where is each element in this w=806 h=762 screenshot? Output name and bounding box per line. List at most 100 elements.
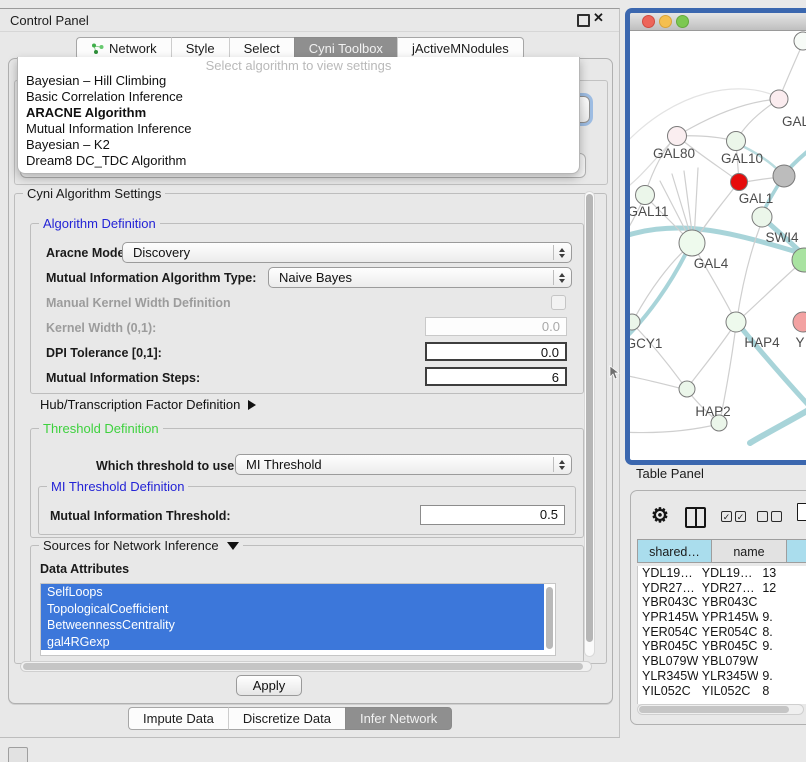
- table-row[interactable]: YPR145WYPR145W9.: [638, 610, 806, 625]
- algorithm-option-basic-correlation-inference[interactable]: Basic Correlation Inference: [18, 89, 579, 105]
- node-label-gal10: GAL10: [721, 151, 763, 166]
- table-cell: 8: [758, 684, 806, 699]
- aracne-mode-combobox[interactable]: Discovery: [122, 242, 572, 263]
- list-scrollbar-thumb[interactable]: [546, 587, 553, 649]
- network-node[interactable]: [773, 165, 795, 187]
- combo-stepper-icon: [553, 270, 569, 285]
- network-canvas[interactable]: GALGAL80GAL10GAL1GAL11SWI4GAL4GCY1HAP4YH…: [630, 31, 806, 451]
- table-row[interactable]: YBR045CYBR045C9.: [638, 639, 806, 654]
- apply-button[interactable]: Apply: [236, 675, 302, 696]
- combo-stepper-icon: [553, 457, 569, 472]
- attribute-option-betweennesscentrality[interactable]: BetweennessCentrality: [41, 617, 544, 634]
- aracne-mode-value: Discovery: [133, 243, 190, 262]
- table-row[interactable]: YBR043CYBR043C: [638, 595, 806, 610]
- table-row[interactable]: YIL052CYIL052C8: [638, 684, 806, 699]
- algorithm-option-bayesian-k2[interactable]: Bayesian – K2: [18, 137, 579, 153]
- manual-kernel-width-label: Manual Kernel Width Definition: [46, 296, 231, 310]
- network-node-gal80[interactable]: [668, 127, 687, 146]
- which-threshold-combobox[interactable]: MI Threshold: [235, 454, 572, 475]
- table-cell: YER054C: [698, 625, 759, 640]
- manual-kernel-width-checkbox[interactable]: [551, 295, 566, 310]
- minimize-traffic-light-icon[interactable]: [659, 15, 672, 28]
- aracne-mode-label: Aracne Mode:: [46, 246, 129, 260]
- network-node-gal4[interactable]: [679, 230, 705, 256]
- mi-algorithm-type-combobox[interactable]: Naive Bayes: [268, 267, 572, 288]
- column-header-name[interactable]: name: [711, 539, 786, 563]
- network-node-gal10[interactable]: [727, 132, 746, 151]
- algorithm-option-aracne-algorithm[interactable]: ARACNE Algorithm: [18, 105, 579, 121]
- settings-horizontal-scrollbar[interactable]: [20, 661, 592, 672]
- close-traffic-light-icon[interactable]: [642, 15, 655, 28]
- network-window-titlebar[interactable]: [630, 13, 806, 31]
- table-row[interactable]: YER054CYER054C8.: [638, 625, 806, 640]
- column-header-shared[interactable]: shared…: [637, 539, 711, 563]
- table-row[interactable]: YDR27…YDR27…12: [638, 581, 806, 596]
- network-node-swi4[interactable]: [752, 207, 772, 227]
- attribute-option-gal4rgexp[interactable]: gal4RGexp: [41, 634, 544, 651]
- algorithm-option-mutual-information-inference[interactable]: Mutual Information Inference: [18, 121, 579, 137]
- expand-arrow-icon: [248, 400, 256, 410]
- attribute-option-selfloops[interactable]: SelfLoops: [41, 584, 544, 601]
- select-unchecked-icon[interactable]: [757, 511, 782, 522]
- settings-vscroll-thumb[interactable]: [586, 194, 593, 642]
- network-view-window: GALGAL80GAL10GAL1GAL11SWI4GAL4GCY1HAP4YH…: [625, 8, 806, 465]
- node-label-swi4: SWI4: [765, 230, 798, 245]
- kernel-width-field[interactable]: 0.0: [425, 317, 567, 336]
- node-label-gal1: GAL1: [739, 191, 774, 206]
- mouse-cursor-icon: [608, 365, 620, 381]
- select-checked-icon[interactable]: [721, 511, 746, 522]
- settings-hscroll-thumb[interactable]: [23, 663, 583, 670]
- gear-icon[interactable]: [651, 503, 669, 528]
- table-row[interactable]: YBL079WYBL079W: [638, 654, 806, 669]
- settings-vertical-scrollbar[interactable]: [584, 191, 595, 657]
- algorithm-option-list: Bayesian – Hill ClimbingBasic Correlatio…: [18, 73, 579, 169]
- node-label-gal80: GAL80: [653, 146, 695, 161]
- tab-label: Infer Network: [360, 708, 437, 729]
- column-header-2[interactable]: [786, 539, 806, 563]
- table-row[interactable]: YLR345WYLR345W9.: [638, 669, 806, 684]
- collapsed-panel-button[interactable]: [8, 747, 28, 762]
- zoom-traffic-light-icon[interactable]: [676, 15, 689, 28]
- panel-title: Control Panel: [10, 13, 89, 28]
- network-node-gal11[interactable]: [636, 186, 655, 205]
- network-node-gal[interactable]: [770, 90, 788, 108]
- hub-definition-label: Hub/Transcription Factor Definition: [40, 397, 240, 412]
- network-node-y[interactable]: [793, 312, 806, 332]
- attribute-option-topologicalcoefficient[interactable]: TopologicalCoefficient: [41, 601, 544, 618]
- table-cell: 9.: [758, 610, 806, 625]
- table-cell: YDL19…: [698, 566, 759, 581]
- algorithm-option-bayesian-hill-climbing[interactable]: Bayesian – Hill Climbing: [18, 73, 579, 89]
- mi-steps-value: 6: [552, 370, 559, 385]
- list-scrollbar[interactable]: [545, 585, 554, 654]
- new-document-icon[interactable]: [797, 503, 806, 521]
- mi-threshold-field[interactable]: 0.5: [420, 505, 565, 525]
- table-hscroll-thumb[interactable]: [639, 706, 789, 713]
- algorithm-option-dream8-dc-tdc-algorithm[interactable]: Dream8 DC_TDC Algorithm: [18, 153, 579, 169]
- network-node-hap2[interactable]: [679, 381, 695, 397]
- mi-algorithm-type-value: Naive Bayes: [279, 268, 352, 287]
- network-node-hap4[interactable]: [726, 312, 746, 332]
- float-window-icon[interactable]: [577, 14, 590, 27]
- sources-group-title: Sources for Network Inference: [43, 538, 219, 553]
- sources-group-title-wrap[interactable]: Sources for Network Inference: [39, 538, 243, 553]
- table-cell: YLR345W: [638, 669, 698, 684]
- network-node-gcy1[interactable]: [630, 314, 640, 330]
- dpi-tolerance-field[interactable]: 0.0: [425, 342, 567, 361]
- table-cell: YLR345W: [698, 669, 759, 684]
- split-view-icon[interactable]: [685, 507, 706, 528]
- data-attributes-list: SelfLoopsTopologicalCoefficientBetweenne…: [40, 583, 556, 656]
- table-horizontal-scrollbar[interactable]: [637, 704, 804, 715]
- table-cell: 13: [758, 566, 806, 581]
- mi-steps-field[interactable]: 6: [425, 367, 567, 386]
- network-node[interactable]: [794, 32, 806, 50]
- tab-infer-network[interactable]: Infer Network: [345, 707, 452, 730]
- tab-impute-data[interactable]: Impute Data: [128, 707, 228, 730]
- close-icon[interactable]: ✕: [593, 10, 604, 26]
- tab-label: Impute Data: [143, 708, 214, 729]
- hub-definition-section[interactable]: Hub/Transcription Factor Definition: [40, 397, 256, 412]
- network-node-gal1[interactable]: [731, 174, 748, 191]
- table-row[interactable]: YDL19…YDL19…13: [638, 566, 806, 581]
- table-panel: shared…name YDL19…YDL19…13YDR27…YDR27…12…: [630, 490, 806, 725]
- tab-discretize-data[interactable]: Discretize Data: [228, 707, 345, 730]
- table-cell: YPR145W: [698, 610, 759, 625]
